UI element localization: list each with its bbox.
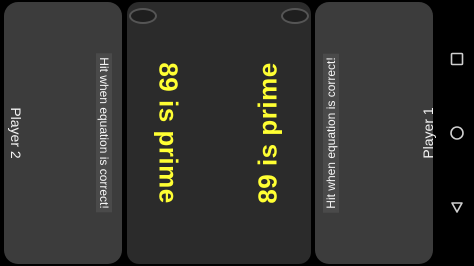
game-screen: Player 2 Hit when equation is correct! 8… [0, 0, 474, 266]
home-icon [450, 126, 464, 140]
equation-text-player-2: 89 is prime [153, 62, 184, 204]
player-1-label: Player 1 [420, 107, 436, 159]
table-knob-right [281, 8, 309, 24]
recents-icon [450, 52, 464, 66]
back-icon [451, 202, 463, 213]
player-2-hint: Hit when equation is correct! [96, 53, 112, 213]
player-2-label: Player 2 [8, 107, 24, 159]
recents-button[interactable] [440, 42, 474, 76]
home-button[interactable] [440, 116, 474, 150]
player-1-hint: Hit when equation is correct! [323, 53, 339, 213]
system-nav-bar [440, 0, 474, 266]
table-knob-left [129, 8, 157, 24]
back-button[interactable] [440, 190, 474, 224]
equation-text-player-1: 89 is prime [252, 62, 283, 204]
